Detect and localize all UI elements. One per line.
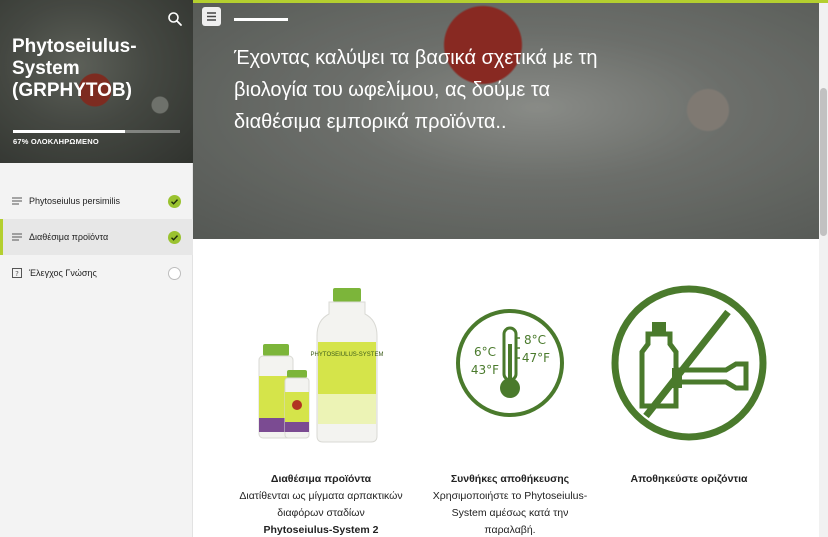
column-title: Συνθήκες αποθήκευσης [450, 473, 570, 485]
column-storage: 6°C 43°F 8°C 47°F Συνθήκες αποθήκευσης Χ… [425, 280, 595, 537]
nav-item-available-products[interactable]: Διαθέσιμα προϊόντα [0, 219, 193, 255]
sidebar-header: Phytoseiulus-System (GRPHYTOB) 67% ΟΛΟΚΛ… [0, 0, 193, 163]
sidebar: Phytoseiulus-System (GRPHYTOB) 67% ΟΛΟΚΛ… [0, 0, 193, 537]
column-body: Χρησιμοποιήστε το Phytoseiulus-System αμ… [432, 490, 588, 536]
hero-text: Έχοντας καλύψει τα βασικά σχετικά με τη … [234, 47, 598, 133]
svg-text:?: ? [15, 270, 19, 278]
bottle-label: PHYTOSEIULUS-SYSTEM [311, 352, 384, 358]
lesson-content: Έχοντας καλύψει τα βασικά σχετικά με τη … [193, 0, 828, 537]
hero-banner: Έχοντας καλύψει τα βασικά σχετικά με τη … [193, 0, 819, 239]
scrollbar-thumb[interactable] [820, 88, 827, 236]
temp-c-high: 8°C [524, 333, 546, 347]
lines-icon [12, 233, 22, 241]
check-icon [168, 194, 181, 208]
progress-bar [13, 130, 180, 133]
no-upright-bottle-icon [604, 280, 774, 445]
progress-label: 67% ΟΛΟΚΛΗΡΩΜΕΝΟ [13, 137, 99, 146]
thermometer-icon: 6°C 43°F 8°C 47°F [425, 280, 595, 445]
circle-icon [168, 266, 181, 280]
column-body: Διατίθενται ως μίγματα αρπακτικών διαφόρ… [239, 490, 403, 536]
quiz-icon: ? [12, 268, 22, 278]
nav-item-label: Διαθέσιμα προϊόντα [29, 232, 109, 242]
column-store-horizontal: Αποθηκεύστε οριζόντια [604, 280, 774, 485]
nav-item-label: Phytoseiulus persimilis [29, 196, 121, 206]
progress-fill [13, 130, 125, 133]
top-progress-bar [193, 0, 828, 3]
column-body-bold: Phytoseiulus-System 2 [263, 524, 379, 536]
menu-icon [207, 12, 216, 21]
search-icon[interactable] [167, 11, 183, 27]
menu-toggle-button[interactable] [202, 7, 221, 26]
lesson-nav: Phytoseiulus persimilis Διαθέσιμα προϊόν… [0, 183, 193, 291]
course-title: Phytoseiulus-System (GRPHYTOB) [12, 36, 137, 101]
nav-item-knowledge-check[interactable]: ? Έλεγχος Γνώσης [0, 255, 193, 291]
nav-item-phytoseiulus-persimilis[interactable]: Phytoseiulus persimilis [0, 183, 193, 219]
column-products: PHYTOSEIULUS-SYSTEM Διαθέσιμα προϊόντα Δ… [236, 280, 406, 537]
nav-item-label: Έλεγχος Γνώσης [29, 268, 97, 278]
check-icon [168, 230, 181, 244]
lines-icon [12, 197, 22, 205]
temp-c-low: 6°C [474, 345, 496, 359]
column-title: Αποθηκεύστε οριζόντια [630, 473, 748, 485]
column-title: Διαθέσιμα προϊόντα [270, 473, 372, 485]
temp-f-high: 47°F [522, 351, 550, 365]
product-bottles-image: PHYTOSEIULUS-SYSTEM [236, 280, 406, 445]
temp-f-low: 43°F [471, 363, 499, 377]
hero-divider [234, 18, 288, 21]
scrollbar[interactable] [819, 0, 828, 537]
